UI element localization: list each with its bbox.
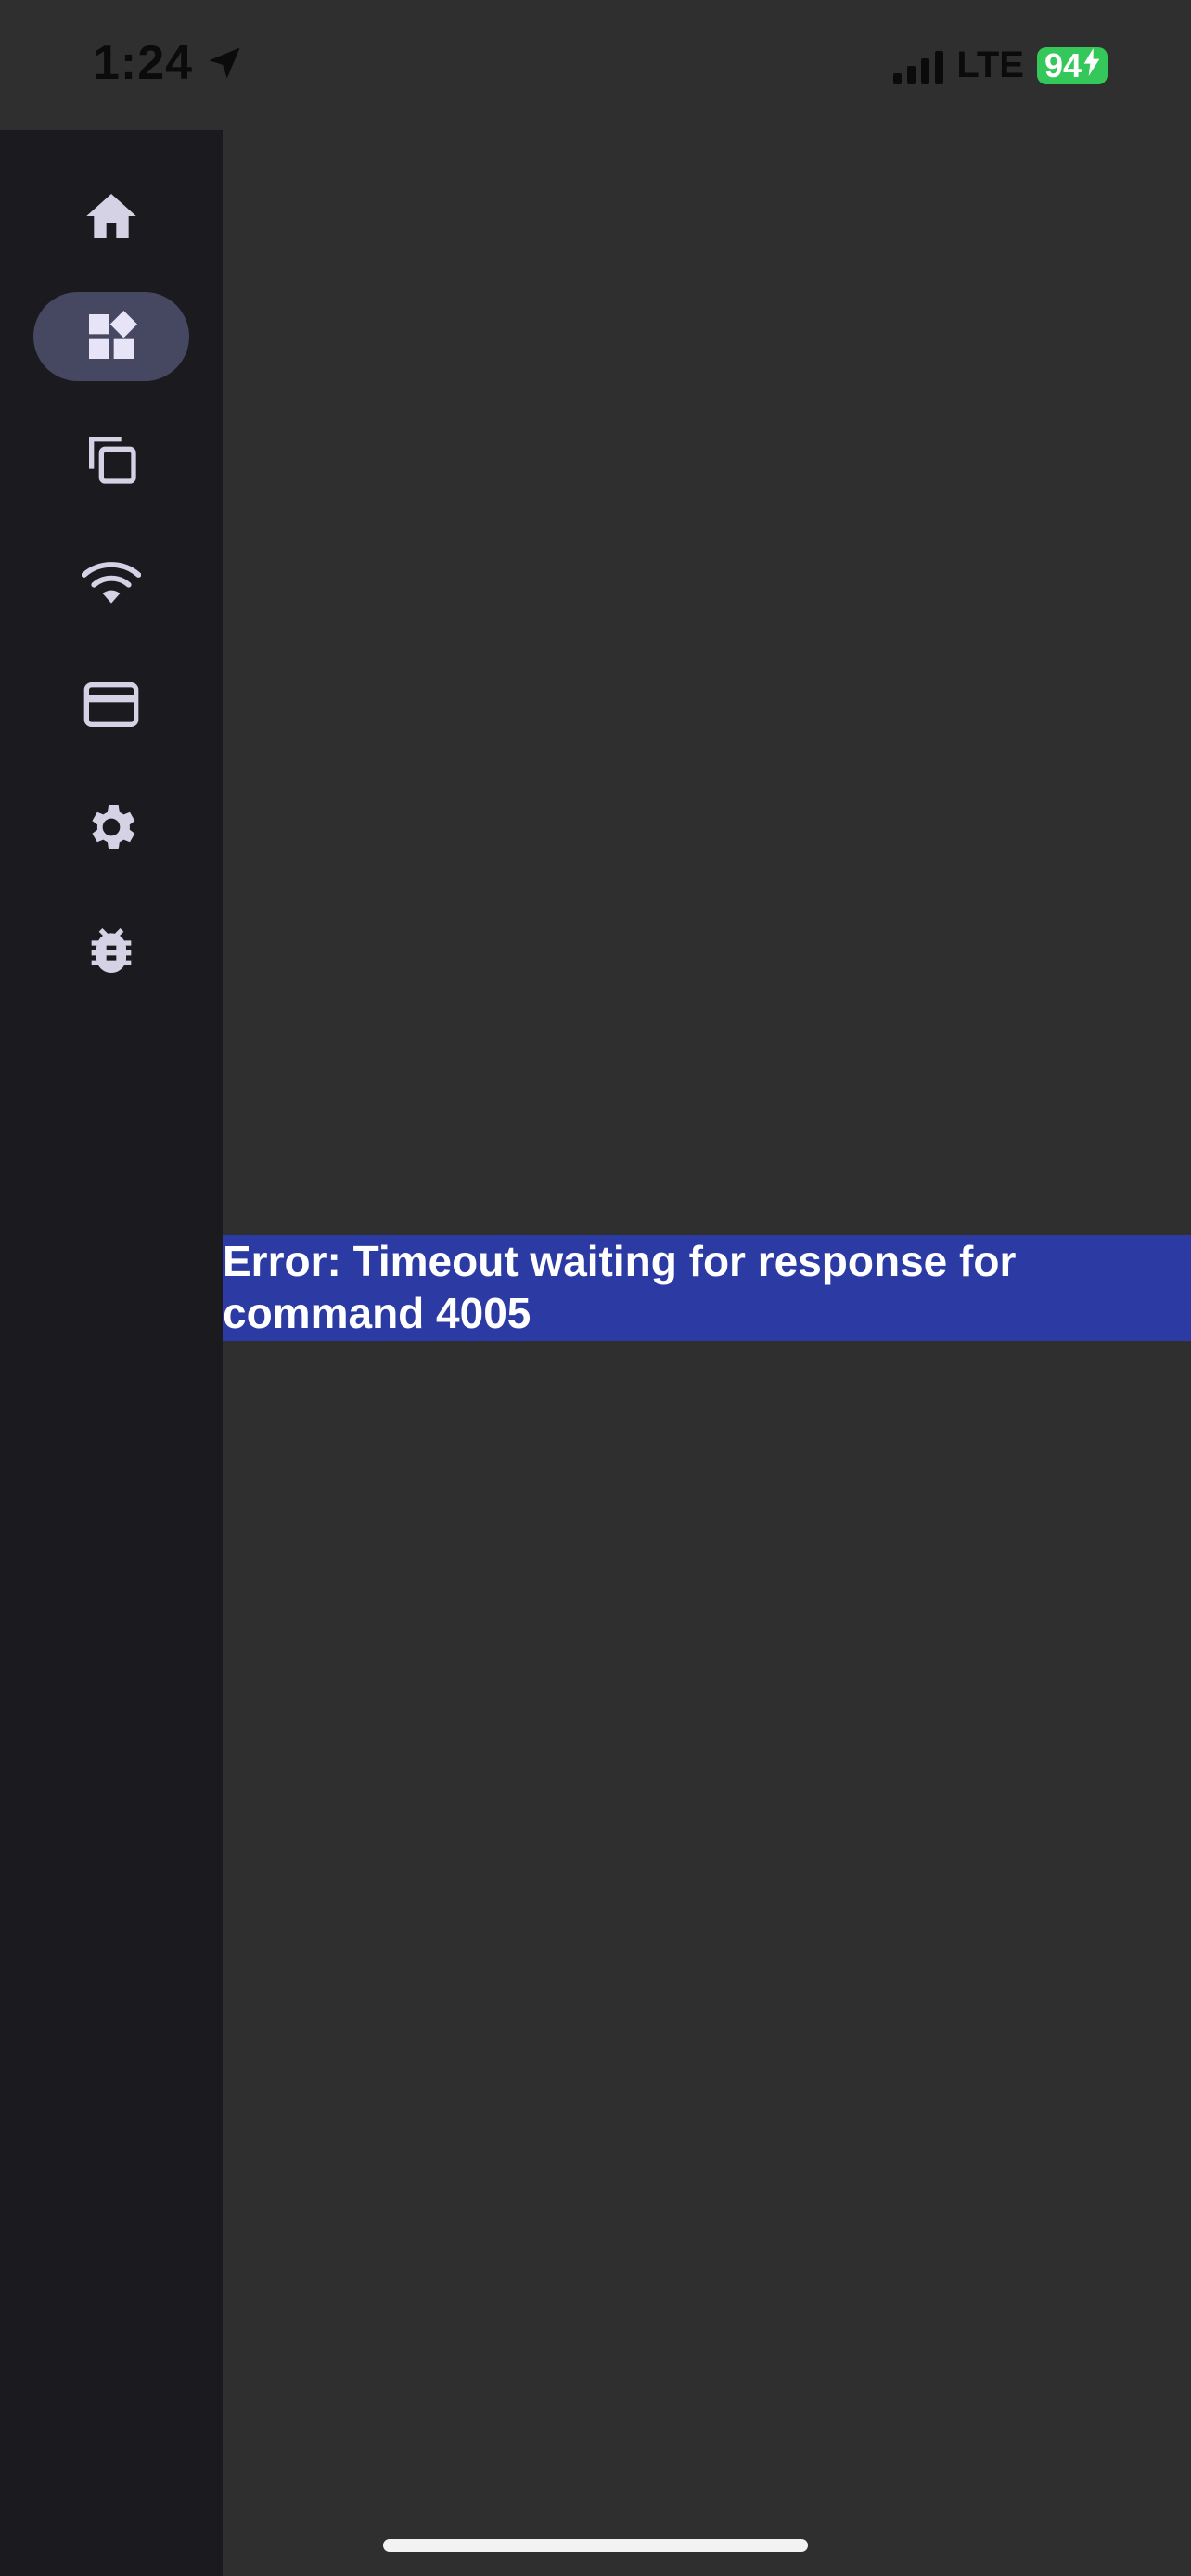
wifi-icon xyxy=(82,562,141,604)
status-bar: 1:24 LTE 94 xyxy=(0,0,1191,130)
home-icon xyxy=(86,194,136,238)
error-message: Error: Timeout waiting for response for … xyxy=(223,1237,1017,1337)
gear-icon xyxy=(92,805,135,849)
sidebar-item-settings[interactable] xyxy=(33,783,189,872)
main-content: Error: Timeout waiting for response for … xyxy=(223,130,1191,2576)
sidebar xyxy=(0,130,223,2576)
sidebar-item-widgets[interactable] xyxy=(33,292,189,381)
home-indicator[interactable] xyxy=(383,2539,808,2552)
credit-card-icon xyxy=(83,682,139,727)
battery-indicator: 94 xyxy=(1036,45,1108,84)
sidebar-item-debug[interactable] xyxy=(33,906,189,995)
bolt-icon xyxy=(1083,47,1100,83)
copy-icon xyxy=(89,437,136,484)
widgets-icon xyxy=(89,311,137,359)
network-label: LTE xyxy=(956,45,1024,85)
location-arrow-icon xyxy=(204,43,245,83)
sidebar-item-wifi[interactable] xyxy=(33,538,189,627)
sidebar-item-copy[interactable] xyxy=(33,414,189,504)
time-label: 1:24 xyxy=(93,36,194,90)
cellular-signal-icon xyxy=(893,47,944,84)
error-banner: Error: Timeout waiting for response for … xyxy=(223,1235,1191,1341)
sidebar-item-home[interactable] xyxy=(33,172,189,261)
status-time: 1:24 xyxy=(93,35,245,91)
sidebar-item-card[interactable] xyxy=(33,660,189,749)
battery-level: 94 xyxy=(1044,45,1082,84)
status-indicators: LTE 94 xyxy=(893,45,1108,86)
bug-icon xyxy=(91,928,132,974)
